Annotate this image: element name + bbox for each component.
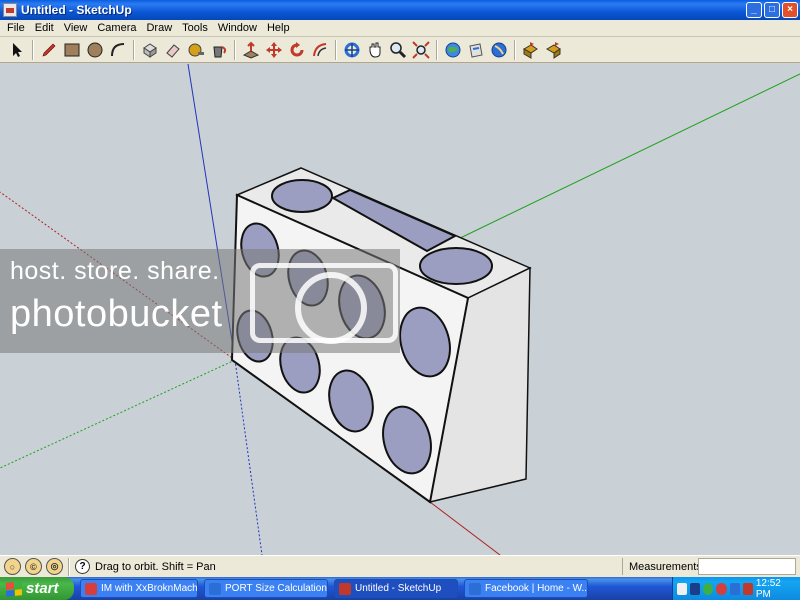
close-button[interactable]: × xyxy=(782,2,798,18)
make-component-icon[interactable] xyxy=(139,39,161,61)
arc-icon[interactable] xyxy=(107,39,129,61)
window-controls: _ □ × xyxy=(746,2,798,18)
rectangle-icon[interactable] xyxy=(61,39,83,61)
main-toolbar xyxy=(0,37,800,63)
geolocation-icon[interactable]: ○ xyxy=(4,558,21,575)
maximize-button[interactable]: □ xyxy=(764,2,780,18)
title-bar: Untitled - SketchUp _ □ × xyxy=(0,0,800,20)
toolbar-separator xyxy=(32,39,34,60)
menu-edit[interactable]: Edit xyxy=(30,22,59,34)
sketchup-icon xyxy=(339,582,351,595)
sketchup-app-icon xyxy=(3,3,17,17)
alert-tray-icon[interactable] xyxy=(742,582,753,595)
windows-taskbar: start IM with XxBroknMachi... PORT Size … xyxy=(0,577,800,600)
previous-view-icon[interactable] xyxy=(520,39,542,61)
internet-explorer-icon xyxy=(209,582,221,595)
minimize-button[interactable]: _ xyxy=(746,2,762,18)
red-axis xyxy=(429,501,501,555)
system-tray: 12:52 PM xyxy=(672,577,800,600)
task-facebook-window[interactable]: Facebook | Home - W... xyxy=(464,579,588,598)
menu-bar: File Edit View Camera Draw Tools Window … xyxy=(0,20,800,37)
start-button[interactable]: start xyxy=(0,577,74,600)
messenger-tray-icon[interactable] xyxy=(729,582,740,595)
pan-icon[interactable] xyxy=(364,39,386,61)
tape-measure-icon[interactable] xyxy=(185,39,207,61)
menu-file[interactable]: File xyxy=(2,22,30,34)
move-icon[interactable] xyxy=(263,39,285,61)
get-models-icon[interactable] xyxy=(442,39,464,61)
top-port-right xyxy=(419,247,493,285)
offset-icon[interactable] xyxy=(309,39,331,61)
zoom-extents-icon[interactable] xyxy=(410,39,432,61)
user-icon[interactable]: ◎ xyxy=(46,558,63,575)
task-port-calc-window[interactable]: PORT Size Calculation... xyxy=(204,579,328,598)
measurements-field[interactable] xyxy=(698,558,796,575)
eraser-icon[interactable] xyxy=(162,39,184,61)
task-sketchup-window[interactable]: Untitled - SketchUp xyxy=(334,579,458,598)
help-tray-icon[interactable] xyxy=(677,582,688,595)
network-tray-icon[interactable] xyxy=(690,582,701,595)
start-label: start xyxy=(26,580,59,597)
toolbar-separator xyxy=(335,39,337,60)
status-separator xyxy=(68,557,70,576)
model-viewport[interactable]: host. store. share. photobucket xyxy=(0,64,800,555)
help-icon[interactable]: ? xyxy=(75,559,90,574)
photobucket-watermark: host. store. share. photobucket xyxy=(0,249,400,353)
share-model-icon[interactable] xyxy=(465,39,487,61)
im-icon xyxy=(85,582,97,595)
windows-flag-icon xyxy=(6,580,22,597)
next-view-icon[interactable] xyxy=(543,39,565,61)
watermark-tagline: host. store. share. xyxy=(10,257,220,285)
task-label: PORT Size Calculation... xyxy=(225,583,328,594)
rotate-icon[interactable] xyxy=(286,39,308,61)
measurements-label: Measurements xyxy=(622,558,702,575)
google-earth-icon[interactable] xyxy=(488,39,510,61)
toolbar-separator xyxy=(133,39,135,60)
toolbar-separator xyxy=(436,39,438,60)
select-icon[interactable] xyxy=(6,39,28,61)
credits-icon[interactable]: © xyxy=(25,558,42,575)
task-label: Untitled - SketchUp xyxy=(355,583,442,594)
menu-tools[interactable]: Tools xyxy=(177,22,213,34)
status-bar: ○ © ◎ ? Drag to orbit. Shift = Pan Measu… xyxy=(0,555,800,577)
internet-explorer-icon xyxy=(469,582,481,595)
menu-draw[interactable]: Draw xyxy=(141,22,177,34)
menu-help[interactable]: Help xyxy=(262,22,295,34)
menu-window[interactable]: Window xyxy=(213,22,262,34)
top-port-left xyxy=(271,179,333,213)
pencil-icon[interactable] xyxy=(38,39,60,61)
security-tray-icon[interactable] xyxy=(703,582,714,595)
green-axis-negative xyxy=(0,359,236,469)
antivirus-tray-icon[interactable] xyxy=(716,582,727,595)
watermark-brand: photobucket xyxy=(10,293,223,335)
green-axis xyxy=(451,73,800,243)
task-label: Facebook | Home - W... xyxy=(485,583,588,594)
window-title: Untitled - SketchUp xyxy=(21,3,132,17)
blue-axis-negative xyxy=(234,359,263,555)
orbit-icon[interactable] xyxy=(341,39,363,61)
status-hint: Drag to orbit. Shift = Pan xyxy=(95,560,216,573)
toolbar-separator xyxy=(234,39,236,60)
push-pull-icon[interactable] xyxy=(240,39,262,61)
circle-icon[interactable] xyxy=(84,39,106,61)
menu-view[interactable]: View xyxy=(59,22,93,34)
toolbar-separator xyxy=(514,39,516,60)
paint-bucket-icon[interactable] xyxy=(208,39,230,61)
task-im-window[interactable]: IM with XxBroknMachi... xyxy=(80,579,198,598)
camera-logo-icon xyxy=(250,263,398,344)
clock: 12:52 PM xyxy=(755,577,781,600)
menu-camera[interactable]: Camera xyxy=(92,22,141,34)
zoom-icon[interactable] xyxy=(387,39,409,61)
task-label: IM with XxBroknMachi... xyxy=(101,583,198,594)
